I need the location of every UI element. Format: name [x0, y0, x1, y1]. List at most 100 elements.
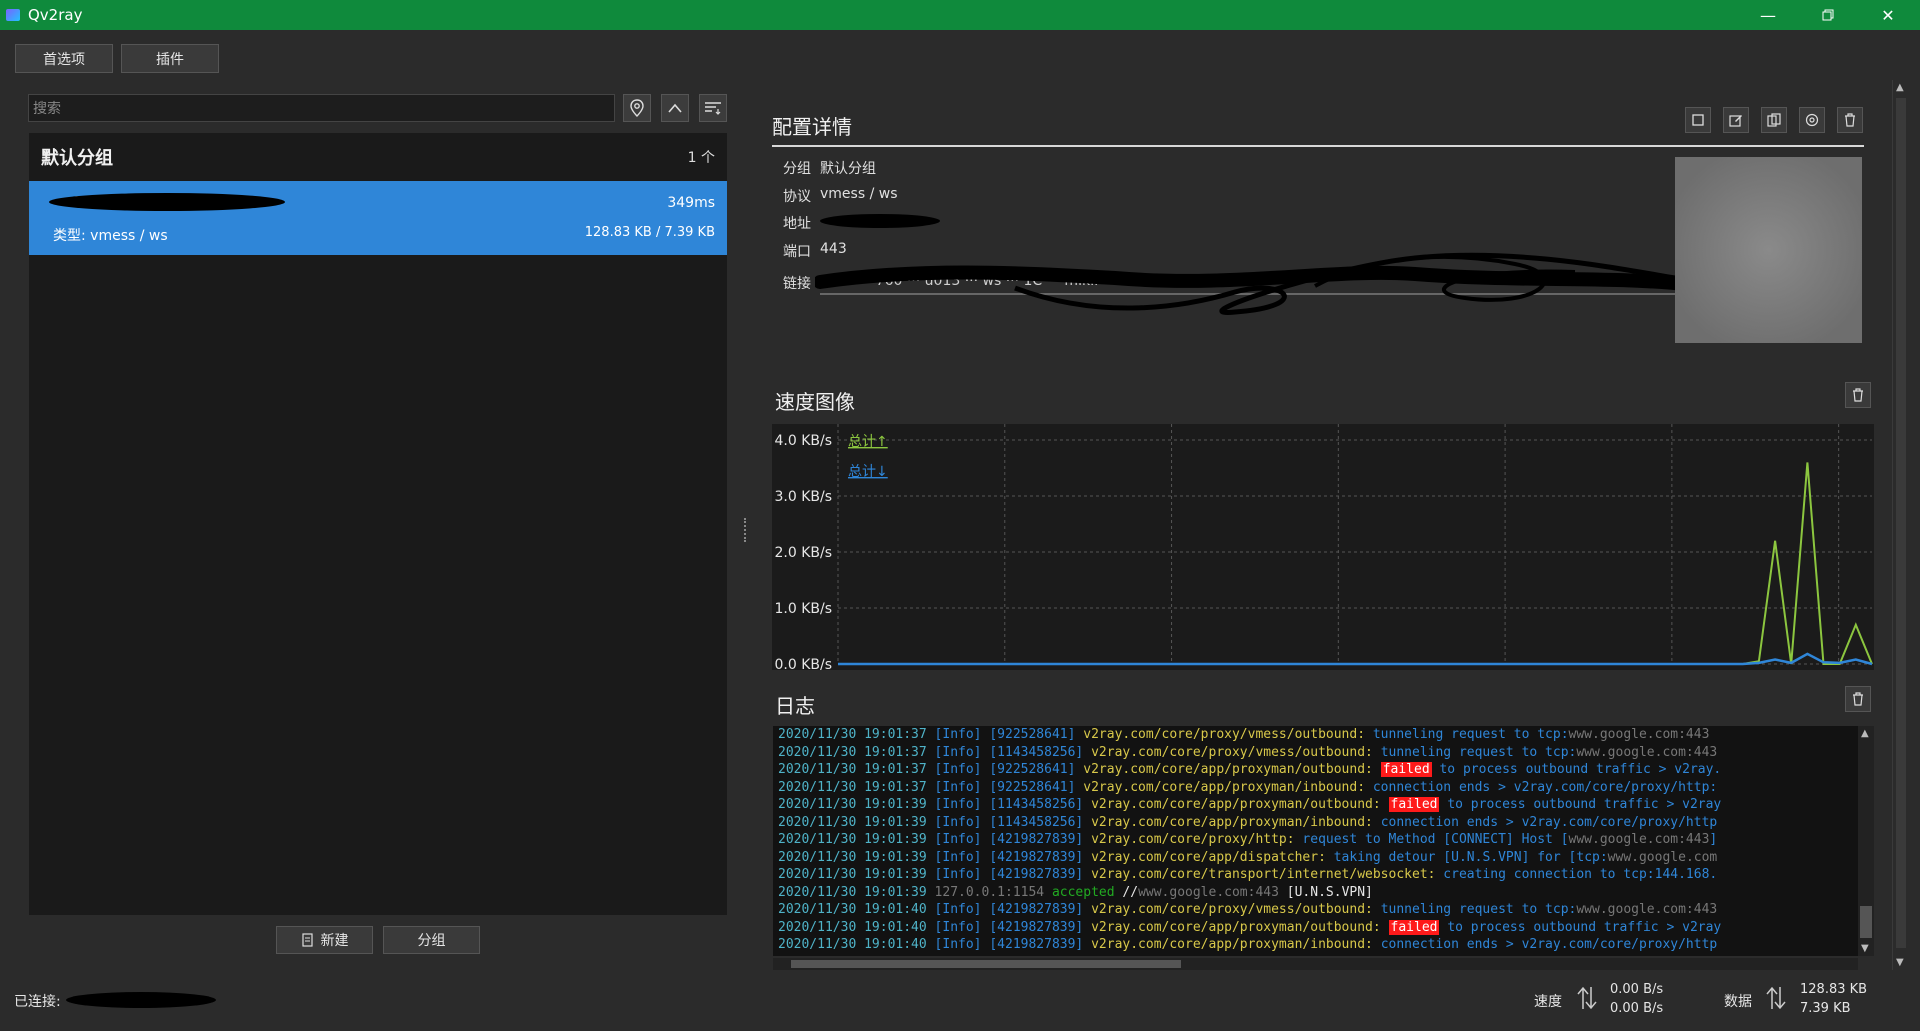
log-id: [4219827839] — [989, 937, 1092, 952]
connection-traffic: 128.83 KB / 7.39 KB — [584, 225, 715, 240]
settings-icon[interactable] — [1799, 107, 1825, 133]
y-tick-label: 3.0 KB/s — [774, 489, 832, 505]
log-outbound-tag: [U.N.S.VPN] — [1286, 884, 1373, 900]
log-message: to process outbound traffic > v2ray — [1447, 797, 1722, 812]
log-view[interactable]: 2020/11/30 19:01:37 [Info] [922528641] v… — [773, 726, 1858, 956]
log-source: v2ray.com/core/app/proxyman/outbound: — [1091, 919, 1389, 935]
log-message: tunneling request to tcp: — [1372, 727, 1569, 742]
address-redaction — [820, 214, 940, 228]
connected-redaction — [66, 992, 216, 1008]
log-level: [Info] — [934, 797, 990, 812]
log-id: [1143458256] — [989, 814, 1092, 830]
speed-down-value: 0.00 B/s — [1610, 1001, 1664, 1016]
log-message: tunneling request to tcp: — [1380, 744, 1577, 760]
log-source: v2ray.com/core/proxy/vmess/outbound: — [1091, 902, 1381, 917]
log-line: 2020/11/30 19:01:37 [Info] [922528641] v… — [773, 779, 1858, 797]
log-timestamp: 2020/11/30 19:01:39 — [778, 832, 935, 847]
close-icon[interactable]: ✕ — [1865, 0, 1911, 30]
log-timestamp: 2020/11/30 19:01:37 — [778, 779, 935, 795]
y-tick-label: 4.0 KB/s — [774, 433, 832, 449]
speed-updown-icon — [1575, 985, 1599, 1015]
details-scrollbar[interactable]: ▲ ▼ — [1892, 80, 1908, 970]
log-id: [4219827839] — [989, 849, 1092, 865]
log-timestamp: 2020/11/30 19:01:37 — [778, 727, 935, 742]
log-failed-badge: failed — [1388, 797, 1440, 812]
y-tick-label: 1.0 KB/s — [774, 601, 832, 617]
speed-label: 速度 — [1534, 994, 1562, 1010]
log-source: v2ray.com/core/proxy/http: — [1091, 832, 1303, 847]
sort-icon[interactable] — [699, 94, 727, 122]
app-logo-icon — [6, 9, 20, 21]
group-header[interactable]: 默认分组 1 个 — [29, 133, 727, 181]
locate-icon[interactable] — [623, 94, 651, 122]
group-button-label: 分组 — [417, 933, 446, 949]
delete-icon[interactable] — [1837, 107, 1863, 133]
log-line: 2020/11/30 19:01:37 [Info] [922528641] v… — [773, 726, 1858, 744]
log-line: 2020/11/30 19:01:39 [Info] [1143458256] … — [773, 814, 1858, 832]
detail-protocol-value: vmess / ws — [820, 186, 898, 202]
connection-type: 类型: vmess / ws — [53, 228, 168, 244]
maximize-icon[interactable] — [1805, 0, 1851, 30]
log-id: [922528641] — [989, 779, 1084, 795]
log-line: 2020/11/30 19:01:39 [Info] [4219827839] … — [773, 831, 1858, 849]
log-failed-badge: failed — [1388, 919, 1440, 935]
log-timestamp: 2020/11/30 19:01:40 — [778, 937, 935, 952]
log-timestamp: 2020/11/30 19:01:39 — [778, 814, 935, 830]
group-button[interactable]: 分组 — [383, 926, 480, 954]
redaction-scribble — [49, 193, 285, 211]
log-message: connection ends > v2ray.com/core/proxy/h… — [1372, 779, 1718, 795]
log-level: [Info] — [934, 727, 990, 742]
log-timestamp: 2020/11/30 19:01:39 — [778, 849, 935, 865]
y-tick-label: 0.0 KB/s — [774, 657, 832, 670]
log-line: 2020/11/30 19:01:39 127.0.0.1:1154 accep… — [773, 884, 1858, 902]
window-title: Qv2ray — [28, 6, 83, 24]
connected-label: 已连接: — [14, 994, 61, 1010]
new-file-icon — [301, 933, 313, 947]
group-name: 默认分组 — [41, 148, 113, 169]
minimize-icon[interactable]: — — [1745, 0, 1791, 30]
log-level: [Info] — [934, 867, 990, 882]
log-id: [1143458256] — [989, 797, 1092, 812]
log-id: [4219827839] — [989, 867, 1092, 882]
log-line: 2020/11/30 19:01:37 [Info] [1143458256] … — [773, 744, 1858, 762]
connection-item[interactable]: ··· 0.57 · · · 4 · 3 349ms 类型: vmess / w… — [29, 181, 727, 255]
detail-protocol-label: 协议 — [783, 189, 811, 205]
log-end: ] — [1709, 832, 1718, 847]
square-icon[interactable] — [1685, 107, 1711, 133]
log-timestamp: 2020/11/30 19:01:39 — [778, 884, 935, 900]
clear-log-icon[interactable] — [1845, 686, 1871, 712]
log-target: www.google.com:443 — [1576, 902, 1718, 917]
data-updown-icon — [1764, 985, 1788, 1015]
log-slashes: // — [1122, 884, 1139, 900]
data-up-value: 128.83 KB — [1800, 982, 1868, 997]
search-input[interactable]: 搜索 — [28, 94, 615, 122]
log-id: [4219827839] — [989, 832, 1092, 847]
log-message: tunneling request to tcp: — [1380, 902, 1577, 917]
log-target: www.google.com:443 — [1138, 884, 1287, 900]
log-level: [Info] — [934, 937, 990, 952]
log-line: 2020/11/30 19:01:40 [Info] [4219827839] … — [773, 936, 1858, 954]
log-timestamp: 2020/11/30 19:01:40 — [778, 902, 935, 917]
link-redaction-scribble — [815, 252, 1692, 315]
y-tick-label: 2.0 KB/s — [774, 545, 832, 561]
legend-down: 总计↓ — [848, 464, 888, 480]
new-connection-label: 新建 — [320, 933, 349, 949]
preferences-button[interactable]: 首选项 — [15, 44, 113, 73]
detail-group-label: 分组 — [783, 161, 811, 177]
detail-port-label: 端口 — [783, 244, 811, 260]
json-edit-icon[interactable] — [1761, 107, 1787, 133]
panel-splitter[interactable] — [744, 518, 746, 542]
detail-address-label: 地址 — [783, 216, 811, 232]
edit-icon[interactable] — [1723, 107, 1749, 133]
log-line: 2020/11/30 19:01:40 [Info] [4219827839] … — [773, 901, 1858, 919]
log-timestamp: 2020/11/30 19:01:40 — [778, 919, 935, 935]
log-horizontal-scrollbar[interactable] — [773, 958, 1858, 970]
log-vertical-scrollbar[interactable]: ▲ ▼ — [1858, 726, 1874, 956]
clear-chart-icon[interactable] — [1845, 382, 1871, 408]
log-target: www.google.com — [1607, 849, 1718, 865]
collapse-up-icon[interactable] — [661, 94, 689, 122]
log-target: www.google.com:443 — [1568, 727, 1710, 742]
plugins-button[interactable]: 插件 — [121, 44, 219, 73]
log-level: [Info] — [934, 919, 990, 935]
new-connection-button[interactable]: 新建 — [276, 926, 373, 954]
